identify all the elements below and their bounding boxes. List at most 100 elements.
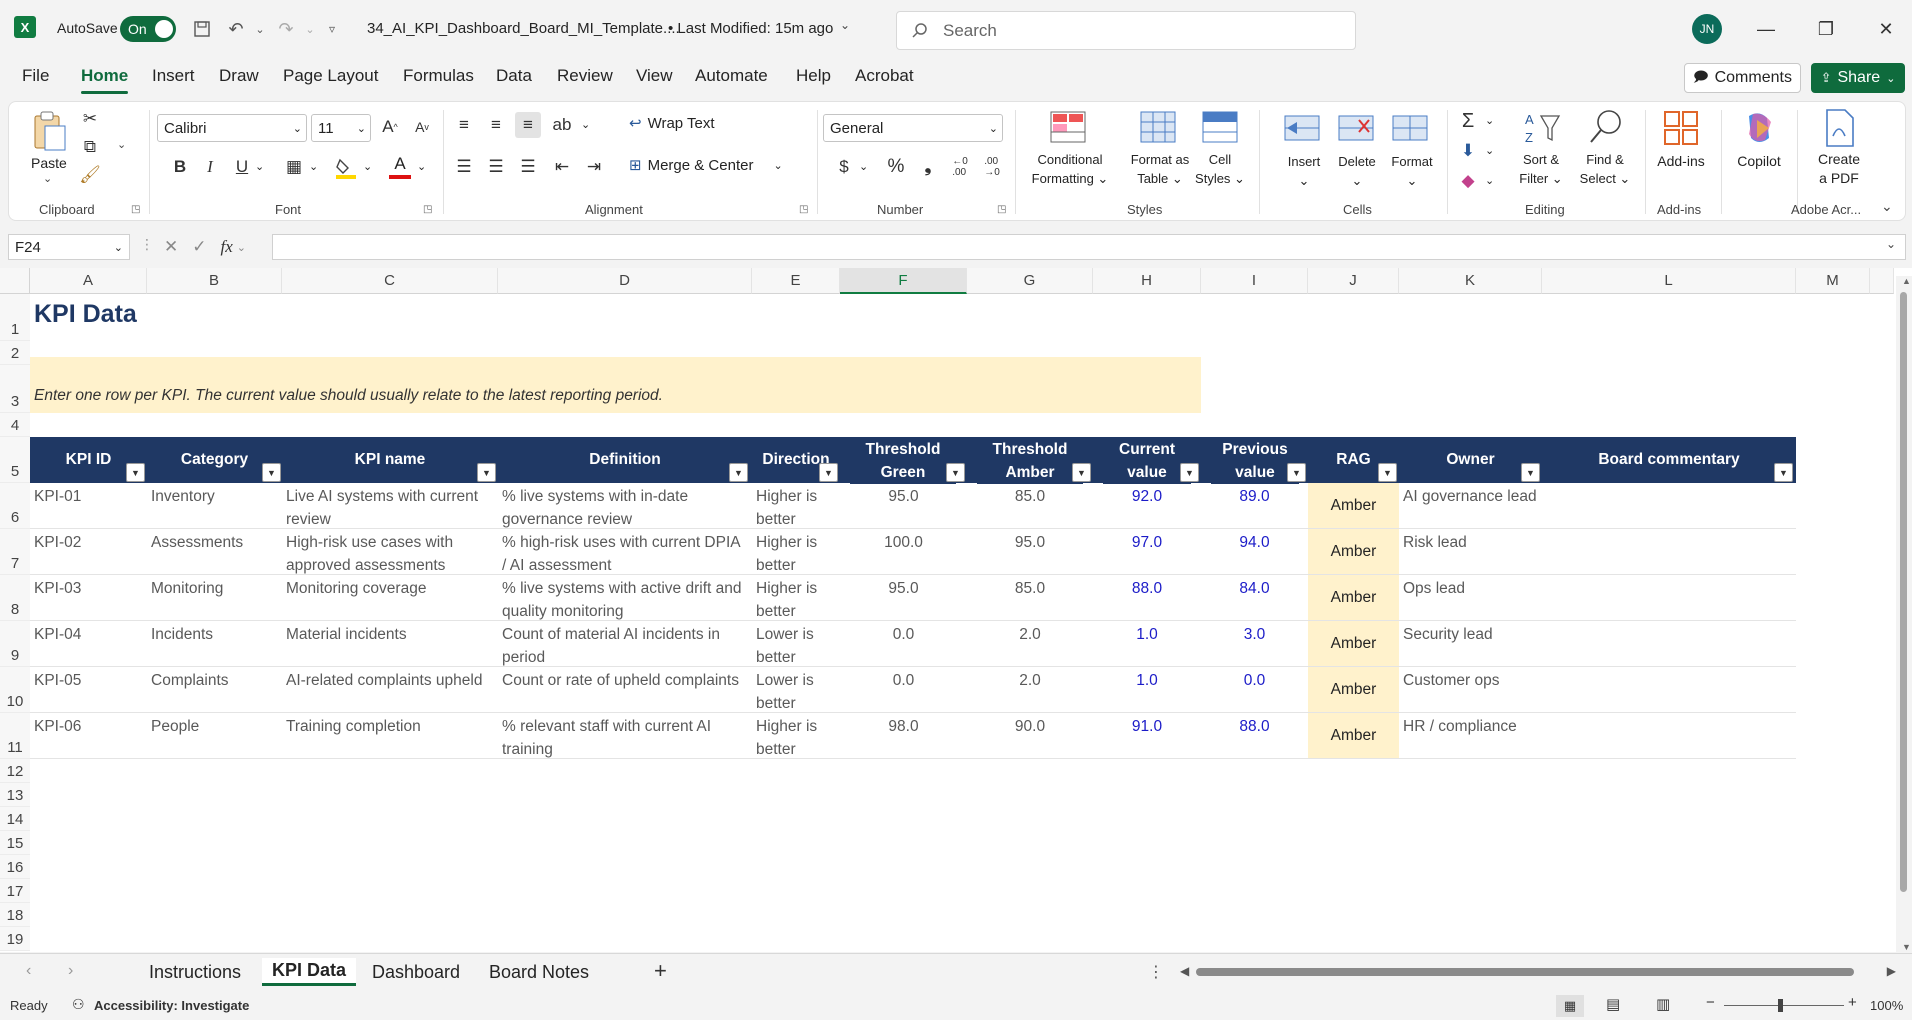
fill-icon[interactable]: ⬇ — [1455, 138, 1481, 164]
cell-direction[interactable]: Higher is better — [752, 529, 840, 579]
sort-filter-button[interactable]: Sort & Filter ⌄ — [1509, 150, 1573, 188]
header-current-value[interactable]: Current value — [1103, 438, 1191, 484]
fill-color-icon[interactable] — [335, 156, 357, 180]
cell-threshold-green[interactable]: 0.0 — [840, 667, 967, 694]
cell-threshold-amber[interactable]: 2.0 — [967, 621, 1093, 648]
minimize-icon[interactable]: — — [1746, 14, 1786, 44]
tab-review[interactable]: Review — [557, 66, 613, 86]
column-header-d[interactable]: D — [498, 268, 752, 294]
dialog-launcher-icon[interactable]: ◳ — [423, 204, 432, 215]
cell-rag[interactable]: Amber — [1308, 575, 1399, 621]
cell-owner[interactable]: HR / compliance — [1399, 713, 1542, 740]
chevron-down-icon[interactable]: ⌄ — [859, 160, 868, 173]
share-button[interactable]: ⇪ Share ⌄ — [1811, 63, 1905, 93]
collapse-ribbon-icon[interactable]: ⌄ — [1881, 198, 1893, 215]
row-header-4[interactable]: 4 — [0, 413, 30, 437]
sheet-tab-kpi-data[interactable]: KPI Data — [262, 958, 357, 986]
font-color-icon[interactable]: A — [389, 154, 411, 180]
insert-function-icon[interactable]: fx — [221, 237, 233, 257]
cell-kpi-name[interactable]: Training completion — [282, 713, 498, 740]
row-header-13[interactable]: 13 — [0, 783, 30, 807]
delete-cells-icon[interactable] — [1337, 110, 1377, 150]
chevron-down-icon[interactable]: ⌄ — [1485, 174, 1494, 187]
cell-previous-value[interactable]: 84.0 — [1201, 575, 1308, 602]
accessibility-icon[interactable]: ⚇ — [72, 996, 85, 1013]
align-bottom-icon[interactable]: ≡ — [515, 112, 541, 138]
filter-dropdown-icon[interactable]: ▼ — [477, 463, 496, 482]
sheet-tab-dashboard[interactable]: Dashboard — [372, 962, 460, 983]
sort-filter-icon[interactable]: AZ — [1523, 110, 1563, 146]
zoom-slider[interactable] — [1724, 1005, 1844, 1006]
currency-icon[interactable]: $ — [831, 154, 857, 180]
percent-icon[interactable]: % — [883, 154, 909, 180]
zoom-out-icon[interactable]: − — [1706, 994, 1715, 1011]
column-header-f[interactable]: F — [840, 268, 967, 294]
row-header-6[interactable]: 6 — [0, 483, 30, 529]
paste-icon[interactable] — [29, 110, 69, 154]
row-header-5[interactable]: 5 — [0, 437, 30, 483]
tab-page-layout[interactable]: Page Layout — [283, 66, 378, 86]
header-previous-value[interactable]: Previous value — [1211, 438, 1299, 484]
filter-dropdown-icon[interactable]: ▼ — [262, 463, 281, 482]
orientation-icon[interactable]: ab — [549, 112, 575, 138]
previous-sheet-icon[interactable]: ‹ — [26, 962, 31, 980]
cancel-entry-icon[interactable]: ✕ — [164, 237, 178, 257]
column-header-h[interactable]: H — [1093, 268, 1201, 294]
decrease-decimal-icon[interactable]: .00 →0 — [979, 154, 1005, 180]
chevron-down-icon[interactable]: ⌄ — [363, 160, 372, 173]
user-avatar[interactable]: JN — [1692, 14, 1722, 44]
scroll-left-icon[interactable]: ◀ — [1180, 964, 1189, 978]
align-left-icon[interactable]: ☰ — [451, 154, 477, 180]
cell-definition[interactable]: Count or rate of upheld complaints — [498, 667, 752, 694]
save-icon[interactable] — [188, 15, 216, 43]
search-box[interactable]: Search — [896, 11, 1356, 50]
chevron-down-icon[interactable]: ⌄ — [255, 160, 264, 173]
delete-cells-button[interactable]: Delete ⌄ — [1331, 152, 1383, 190]
column-header-j[interactable]: J — [1308, 268, 1399, 294]
cell-direction[interactable]: Lower is better — [752, 621, 840, 671]
header-threshold-green[interactable]: Threshold Green — [850, 438, 956, 484]
normal-view-icon[interactable]: ▦ — [1556, 995, 1584, 1017]
align-right-icon[interactable]: ☰ — [515, 154, 541, 180]
row-header-17[interactable]: 17 — [0, 879, 30, 903]
formula-input[interactable] — [272, 234, 1906, 260]
cell-kpi-name[interactable]: High-risk use cases with approved assess… — [282, 529, 498, 579]
dialog-launcher-icon[interactable]: ◳ — [799, 204, 808, 215]
next-sheet-icon[interactable]: › — [68, 962, 73, 980]
decrease-indent-icon[interactable]: ⇤ — [549, 154, 575, 180]
filter-dropdown-icon[interactable]: ▼ — [1774, 463, 1793, 482]
chevron-down-icon[interactable]: ⌄ — [581, 118, 590, 131]
file-name[interactable]: 34_AI_KPI_Dashboard_Board_MI_Template...… — [367, 20, 680, 37]
tab-home[interactable]: Home — [81, 66, 129, 94]
cell-threshold-amber[interactable]: 95.0 — [967, 529, 1093, 556]
copilot-button[interactable]: Copilot — [1725, 152, 1793, 171]
horizontal-scroll-thumb[interactable] — [1196, 968, 1854, 976]
add-ins-button[interactable]: Add-ins — [1649, 152, 1713, 171]
autosum-icon[interactable]: Σ — [1455, 108, 1481, 134]
tab-file[interactable]: File — [22, 66, 49, 86]
header-board-commentary[interactable]: Board commentary — [1542, 448, 1796, 471]
create-pdf-icon[interactable] — [1821, 108, 1857, 148]
cell-definition[interactable]: % live systems with active drift and qua… — [498, 575, 752, 625]
comments-button[interactable]: 🗩 Comments — [1684, 63, 1801, 93]
restore-icon[interactable]: ❐ — [1806, 14, 1846, 44]
cell-kpi-name[interactable]: AI-related complaints upheld — [282, 667, 498, 694]
customize-toolbar-icon[interactable]: ▿ — [318, 15, 346, 43]
number-format-select[interactable]: General ⌄ — [823, 114, 1003, 142]
merge-center-button[interactable]: ⊞ Merge & Center ⌄ — [629, 156, 783, 175]
name-box[interactable]: F24 ⌄ — [8, 234, 130, 260]
chevron-down-icon[interactable]: ⌄ — [237, 241, 246, 254]
tab-view[interactable]: View — [636, 66, 673, 86]
cell-category[interactable]: People — [147, 713, 282, 740]
cell-current-value[interactable]: 1.0 — [1093, 667, 1201, 694]
accessibility-status[interactable]: Accessibility: Investigate — [94, 998, 249, 1013]
cell-owner[interactable]: AI governance lead — [1399, 483, 1542, 510]
cell-previous-value[interactable]: 88.0 — [1201, 713, 1308, 740]
underline-icon[interactable]: U — [229, 154, 255, 180]
cell-current-value[interactable]: 88.0 — [1093, 575, 1201, 602]
font-size-select[interactable]: 11 ⌄ — [311, 114, 371, 142]
cell-styles-button[interactable]: Cell Styles ⌄ — [1185, 150, 1255, 188]
sheet-tab-board-notes[interactable]: Board Notes — [489, 962, 589, 983]
cell-kpi-name[interactable]: Material incidents — [282, 621, 498, 648]
conditional-formatting-button[interactable]: Conditional Formatting ⌄ — [1029, 150, 1111, 188]
